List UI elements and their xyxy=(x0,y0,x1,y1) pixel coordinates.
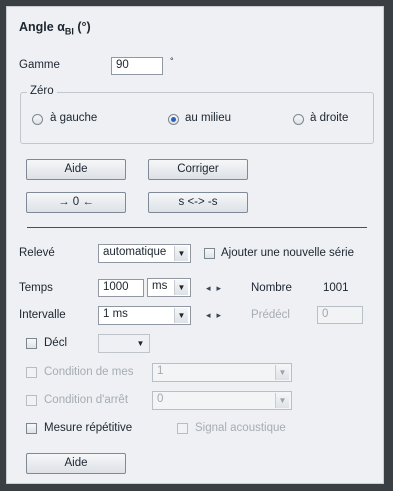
decl-label[interactable]: Décl xyxy=(44,337,67,349)
temps-unit-value: ms xyxy=(152,280,168,292)
intervalle-label: Intervalle xyxy=(19,309,66,321)
mesure-repetitive-checkbox[interactable] xyxy=(26,423,37,434)
ajouter-serie-checkbox[interactable] xyxy=(204,248,215,259)
signal-acoustique-checkbox xyxy=(177,423,188,434)
condition-mes-select: 1 ▼ xyxy=(152,363,292,382)
condition-arret-select: 0 ▼ xyxy=(152,391,292,410)
radio-au-milieu-label[interactable]: au milieu xyxy=(185,112,231,124)
intervalle-select-value: 1 ms xyxy=(103,308,128,320)
gamme-unit: ° xyxy=(170,56,174,66)
temps-input[interactable]: 1000 xyxy=(98,279,144,297)
radio-a-droite-label[interactable]: à droite xyxy=(310,112,348,124)
nombre-label: Nombre xyxy=(251,282,292,294)
panel-title: Angle αBI (°) xyxy=(19,20,91,37)
temps-unit-select[interactable]: ms ▼ xyxy=(147,278,191,297)
predecl-input: 0 xyxy=(317,306,363,324)
separator xyxy=(27,227,367,228)
mesure-repetitive-label[interactable]: Mesure répétitive xyxy=(44,422,132,434)
chevron-down-icon: ▼ xyxy=(174,280,188,295)
zero-center-button[interactable]: → 0 ← xyxy=(26,192,126,213)
chevron-down-icon: ▼ xyxy=(136,339,145,348)
gamme-input[interactable]: 90 xyxy=(111,57,163,75)
title-subscript: BI xyxy=(64,26,74,37)
condition-mes-label: Condition de mes xyxy=(44,366,134,378)
aide-button-bottom[interactable]: Aide xyxy=(26,453,126,474)
chevron-down-icon: ▼ xyxy=(174,246,188,261)
intervalle-spin-arrows[interactable]: ◂▸ xyxy=(206,310,227,321)
chevron-down-icon: ▼ xyxy=(275,365,289,380)
condition-arret-label: Condition d'arrêt xyxy=(44,394,129,406)
condition-mes-value: 1 xyxy=(157,365,164,377)
predecl-label: Prédécl xyxy=(251,309,290,321)
radio-a-droite-indicator[interactable] xyxy=(293,114,304,125)
condition-arret-value: 0 xyxy=(157,393,164,405)
condition-arret-checkbox xyxy=(26,395,37,406)
decl-select[interactable]: ▼ xyxy=(98,334,150,353)
nombre-value: 1001 xyxy=(323,282,349,294)
releve-select[interactable]: automatique ▼ xyxy=(98,244,191,263)
ajouter-serie-label[interactable]: Ajouter une nouvelle série xyxy=(221,247,354,259)
releve-label: Relevé xyxy=(19,247,55,259)
title-main: Angle α xyxy=(19,20,65,34)
title-unit: (°) xyxy=(77,20,91,34)
temps-spin-arrows[interactable]: ◂▸ xyxy=(206,283,227,294)
chevron-down-icon: ▼ xyxy=(174,308,188,323)
settings-panel: Angle αBI (°) Gamme 90 ° Zéro à gauche a… xyxy=(6,6,384,484)
condition-mes-checkbox xyxy=(26,367,37,378)
decl-checkbox[interactable] xyxy=(26,338,37,349)
radio-a-gauche-indicator[interactable] xyxy=(32,114,43,125)
corriger-button[interactable]: Corriger xyxy=(148,159,248,180)
aide-button-top[interactable]: Aide xyxy=(26,159,126,180)
swap-sign-button[interactable]: s <-> -s xyxy=(148,192,248,213)
gamme-label: Gamme xyxy=(19,59,60,71)
radio-au-milieu-indicator[interactable] xyxy=(168,114,179,125)
radio-a-gauche-label[interactable]: à gauche xyxy=(50,112,97,124)
intervalle-select[interactable]: 1 ms ▼ xyxy=(98,306,191,325)
releve-select-value: automatique xyxy=(103,246,167,258)
chevron-down-icon: ▼ xyxy=(275,393,289,408)
zero-legend: Zéro xyxy=(27,85,57,97)
signal-acoustique-label: Signal acoustique xyxy=(195,422,286,434)
temps-label: Temps xyxy=(19,282,53,294)
